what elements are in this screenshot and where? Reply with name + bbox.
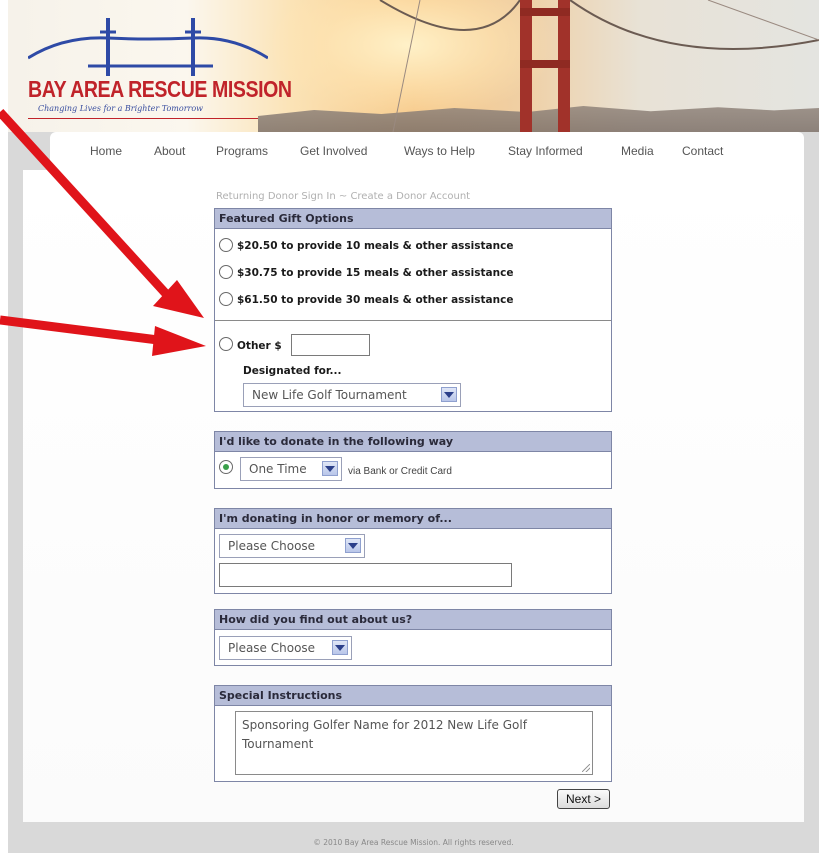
nav-get-involved[interactable]: Get Involved	[300, 144, 367, 158]
logo[interactable]: BAY AREA RESCUE MISSION Changing Lives f…	[28, 14, 292, 119]
main-nav: Home About Programs Get Involved Ways to…	[50, 132, 804, 170]
returning-donor-link[interactable]: Returning Donor Sign In	[216, 191, 336, 202]
special-instructions-text: Sponsoring Golfer Name for 2012 New Life…	[242, 718, 527, 751]
nav-ways-to-help[interactable]: Ways to Help	[404, 144, 475, 158]
logo-underline	[28, 118, 258, 119]
gift-options-box: Featured Gift Options $20.50 to provide …	[214, 208, 612, 412]
donate-way-radio[interactable]	[219, 460, 233, 474]
gift-option-3-label: $61.50 to provide 30 meals & other assis…	[237, 294, 514, 306]
create-account-link[interactable]: Create a Donor Account	[350, 191, 470, 202]
referral-title: How did you find out about us?	[215, 610, 611, 630]
bridge-logo-icon	[28, 18, 268, 76]
chevron-down-icon	[322, 461, 338, 476]
crumb-separator: ~	[338, 191, 348, 202]
gift-option-2-label: $30.75 to provide 15 meals & other assis…	[237, 267, 514, 279]
gift-divider	[215, 320, 611, 321]
donate-way-box: I'd like to donate in the following way …	[214, 431, 612, 489]
other-amount-radio[interactable]	[219, 337, 233, 351]
referral-value: Please Choose	[228, 641, 316, 655]
nav-about[interactable]: About	[154, 144, 185, 158]
special-instructions-textarea[interactable]: Sponsoring Golfer Name for 2012 New Life…	[235, 711, 593, 775]
logo-name: BAY AREA RESCUE MISSION	[28, 76, 292, 102]
other-amount-label: Other $	[237, 340, 282, 352]
nav-stay-informed[interactable]: Stay Informed	[508, 144, 583, 158]
frequency-value: One Time	[249, 462, 307, 476]
special-instructions-title: Special Instructions	[215, 686, 611, 706]
gift-option-2-radio[interactable]	[219, 265, 233, 279]
nav-contact[interactable]: Contact	[682, 144, 723, 158]
honoree-name-input[interactable]	[219, 563, 512, 587]
honor-memory-value: Please Choose	[228, 539, 316, 553]
designated-for-value: New Life Golf Tournament	[252, 388, 407, 402]
gift-option-1-radio[interactable]	[219, 238, 233, 252]
special-instructions-box: Special Instructions Sponsoring Golfer N…	[214, 685, 612, 782]
next-button[interactable]: Next >	[557, 789, 610, 809]
nav-media[interactable]: Media	[621, 144, 654, 158]
referral-box: How did you find out about us? Please Ch…	[214, 609, 612, 666]
chevron-down-icon	[332, 640, 348, 655]
footer-copyright: © 2010 Bay Area Rescue Mission. All righ…	[313, 838, 514, 847]
account-links: Returning Donor Sign In ~ Create a Donor…	[216, 191, 470, 202]
gift-options-title: Featured Gift Options	[215, 209, 611, 229]
chevron-down-icon	[441, 387, 457, 402]
site-header: BAY AREA RESCUE MISSION Changing Lives f…	[8, 0, 819, 132]
nav-home[interactable]: Home	[90, 144, 122, 158]
honor-memory-box: I'm donating in honor or memory of... Pl…	[214, 508, 612, 594]
bridge-tower	[520, 0, 570, 132]
designated-for-select[interactable]: New Life Golf Tournament	[243, 383, 461, 407]
payment-method-text: via Bank or Credit Card	[348, 466, 452, 477]
nav-programs[interactable]: Programs	[216, 144, 268, 158]
gift-option-3-radio[interactable]	[219, 292, 233, 306]
chevron-down-icon	[345, 538, 361, 553]
honor-memory-select[interactable]: Please Choose	[219, 534, 365, 558]
gift-option-1-label: $20.50 to provide 10 meals & other assis…	[237, 240, 514, 252]
referral-select[interactable]: Please Choose	[219, 636, 352, 660]
donate-way-title: I'd like to donate in the following way	[215, 432, 611, 452]
logo-tagline: Changing Lives for a Brighter Tomorrow	[38, 104, 204, 113]
resize-grip-icon[interactable]	[582, 764, 590, 772]
frequency-select[interactable]: One Time	[240, 457, 342, 481]
other-amount-input[interactable]	[291, 334, 370, 356]
honor-memory-title: I'm donating in honor or memory of...	[215, 509, 611, 529]
designated-for-label: Designated for...	[243, 365, 342, 377]
